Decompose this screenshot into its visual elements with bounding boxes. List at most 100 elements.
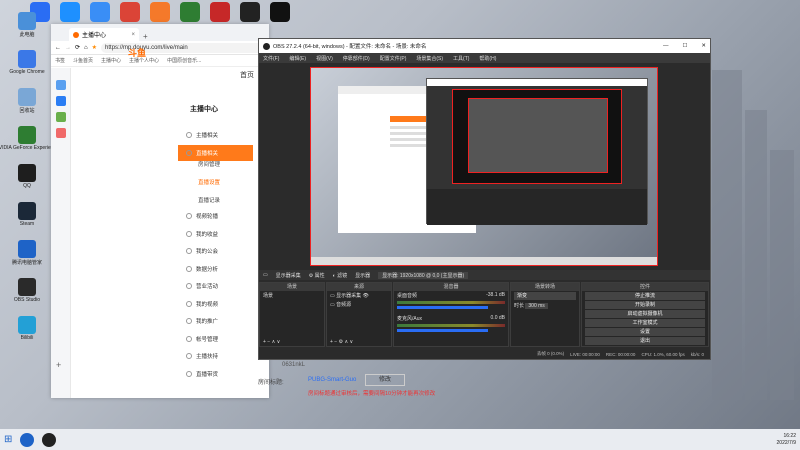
filters-button[interactable]: ◐ 滤镜 bbox=[333, 272, 347, 279]
menu-item[interactable]: 主播相关 bbox=[178, 127, 253, 143]
scene-item[interactable]: 场景 bbox=[260, 291, 324, 300]
epic-icon[interactable] bbox=[240, 2, 260, 22]
menu-item[interactable]: 主播扶持 bbox=[178, 348, 253, 364]
submenu-item[interactable]: 房间管理 bbox=[198, 160, 220, 168]
sidebar-icon[interactable] bbox=[55, 96, 66, 106]
menu-item[interactable]: 直播带货 bbox=[178, 366, 253, 382]
transitions-dock: 场景转场 渐变 时长 300 ms bbox=[510, 282, 580, 347]
sidebar-icon[interactable] bbox=[55, 128, 66, 138]
source-item[interactable]: ▭ 音频源 bbox=[327, 300, 391, 309]
close-icon[interactable]: ✕ bbox=[701, 43, 706, 49]
obs-menu-item[interactable]: 配置文件(P) bbox=[380, 55, 407, 62]
desktop-shortcut[interactable]: NVIDIA GeForce Experience bbox=[0, 126, 59, 156]
obs-preview[interactable] bbox=[310, 67, 658, 266]
obs-menu-item[interactable]: 视图(V) bbox=[316, 55, 333, 62]
control-button[interactable]: 退出 bbox=[585, 337, 705, 345]
submenu-item[interactable]: 直播设置 bbox=[198, 178, 220, 186]
obs-menu-item[interactable]: 文件(F) bbox=[263, 55, 279, 62]
obs-menu-item[interactable]: 场景集合(S) bbox=[416, 55, 443, 62]
browser-tab[interactable]: 主播中心 × bbox=[69, 28, 139, 41]
clock[interactable]: 16:22 2022/7/9 bbox=[777, 433, 796, 447]
menu-icon bbox=[186, 150, 192, 156]
close-tab-icon[interactable]: × bbox=[131, 32, 135, 38]
transition-select[interactable]: 渐变 bbox=[514, 292, 576, 300]
mic-icon[interactable] bbox=[270, 2, 290, 22]
apex-icon[interactable] bbox=[210, 2, 230, 22]
edit-title-button[interactable]: 修改 bbox=[365, 374, 405, 386]
background-tower bbox=[712, 70, 742, 400]
control-button[interactable]: 开始录制 bbox=[585, 301, 705, 309]
feather-icon[interactable] bbox=[60, 2, 80, 22]
control-button[interactable]: 停止推流 bbox=[585, 292, 705, 300]
submenu-item[interactable]: 直播记录 bbox=[198, 196, 220, 204]
control-button[interactable]: 启动虚拟摄像机 bbox=[585, 310, 705, 318]
control-button[interactable]: 工作室模式 bbox=[585, 319, 705, 327]
shortcut-label: 此电脑 bbox=[19, 32, 35, 38]
menu-item[interactable]: 营业活动 bbox=[178, 278, 253, 294]
volume-slider[interactable] bbox=[397, 329, 489, 332]
chrome-icon[interactable] bbox=[120, 2, 140, 22]
desktop-shortcut[interactable]: QQ bbox=[4, 164, 50, 194]
new-tab-button[interactable]: + bbox=[143, 32, 148, 41]
bookmark-item[interactable]: 中国原创音乐... bbox=[167, 57, 201, 64]
baidu-netdisk-icon[interactable] bbox=[90, 2, 110, 22]
volume-slider[interactable] bbox=[397, 306, 489, 309]
monitor-select[interactable]: 显示器: 1920x1080 @ 0,0 (主显示器) bbox=[378, 271, 469, 279]
desktop-shortcut[interactable]: Google Chrome bbox=[4, 50, 50, 80]
start-icon[interactable]: ⊞ bbox=[4, 434, 12, 445]
menu-item[interactable]: 数据分析 bbox=[178, 261, 253, 277]
star-icon[interactable]: ★ bbox=[92, 44, 97, 51]
vegas-icon[interactable] bbox=[180, 2, 200, 22]
sources-dock: 来源 ▭ 显示器采集 👁 ▭ 音频源 + − ⚙ ∧ ∨ bbox=[326, 282, 392, 347]
bookmark-item[interactable]: 主播中心 bbox=[101, 57, 121, 64]
bookmark-item[interactable]: 斗鱼首页 bbox=[73, 57, 93, 64]
sidebar-icon[interactable] bbox=[55, 112, 66, 122]
menu-label: 营业活动 bbox=[196, 284, 219, 290]
menu-item[interactable]: 帐号管理 bbox=[178, 331, 253, 347]
bookmark-item[interactable]: 书签 bbox=[55, 57, 65, 64]
back-icon[interactable]: ← bbox=[55, 45, 61, 51]
taskbar-obs-icon[interactable] bbox=[42, 432, 57, 447]
desktop-shortcut[interactable]: 回收站 bbox=[4, 88, 50, 118]
menu-item[interactable]: 我的收益 bbox=[178, 226, 253, 242]
scene-controls[interactable]: + − ∧ ∨ bbox=[260, 338, 283, 346]
obs-menu-item[interactable]: 帮助(H) bbox=[479, 55, 496, 62]
menu-item[interactable]: 我的视频 bbox=[178, 296, 253, 312]
source-controls[interactable]: + − ⚙ ∧ ∨ bbox=[327, 338, 356, 346]
nav-home[interactable]: 首页 bbox=[240, 70, 254, 80]
duration-field[interactable]: 300 ms bbox=[525, 303, 548, 309]
blender-icon[interactable] bbox=[150, 2, 170, 22]
sidebar-icon[interactable] bbox=[55, 80, 66, 90]
obs-menu-item[interactable]: 工具(T) bbox=[453, 55, 469, 62]
desktop-shortcut[interactable]: Bilibili bbox=[4, 316, 50, 346]
shortcut-label: Bilibili bbox=[20, 335, 34, 341]
obs-menu-item[interactable]: 编辑(E) bbox=[289, 55, 306, 62]
desktop-shortcut[interactable]: 此电脑 bbox=[4, 12, 50, 42]
refresh-icon[interactable]: ⟳ bbox=[75, 44, 80, 51]
control-button[interactable]: 设置 bbox=[585, 328, 705, 336]
desktop-shortcut[interactable]: Steam bbox=[4, 202, 50, 232]
url-field[interactable]: https://mp.douyu.com/live/main bbox=[101, 42, 265, 53]
shortcut-icon bbox=[18, 278, 36, 296]
menu-label: 主播相关 bbox=[196, 133, 219, 139]
source-item[interactable]: ▭ 显示器采集 👁 bbox=[327, 291, 391, 300]
obs-menu-item[interactable]: 停靠部件(D) bbox=[343, 55, 370, 62]
mixer-track: 麦克风/Aux 0.0 dB bbox=[394, 314, 508, 323]
home-icon[interactable]: ⌂ bbox=[84, 45, 88, 51]
title-warning: 房间标题通过审核后，需要间隔10分钟才能再次修改 bbox=[308, 391, 436, 397]
shortcut-label: NVIDIA GeForce Experience bbox=[0, 145, 59, 151]
background-tower bbox=[745, 110, 767, 400]
maximize-icon[interactable]: ☐ bbox=[682, 43, 687, 49]
volume-meter bbox=[397, 324, 505, 327]
menu-item[interactable]: 我的推广 bbox=[178, 313, 253, 329]
menu-item[interactable]: 我的公会 bbox=[178, 243, 253, 259]
menu-item[interactable]: 视频轮播 bbox=[178, 208, 253, 224]
properties-button[interactable]: ⚙ 属性 bbox=[309, 272, 325, 279]
minimize-icon[interactable]: — bbox=[663, 43, 669, 49]
desktop-shortcut[interactable]: 腾讯电脑管家 bbox=[4, 240, 50, 270]
taskbar-search-icon[interactable] bbox=[20, 432, 35, 447]
add-icon[interactable]: + bbox=[56, 360, 61, 370]
forward-icon[interactable]: → bbox=[65, 45, 71, 51]
desktop-shortcut[interactable]: OBS Studio bbox=[4, 278, 50, 308]
menu-item[interactable]: 直播相关 bbox=[178, 145, 253, 161]
